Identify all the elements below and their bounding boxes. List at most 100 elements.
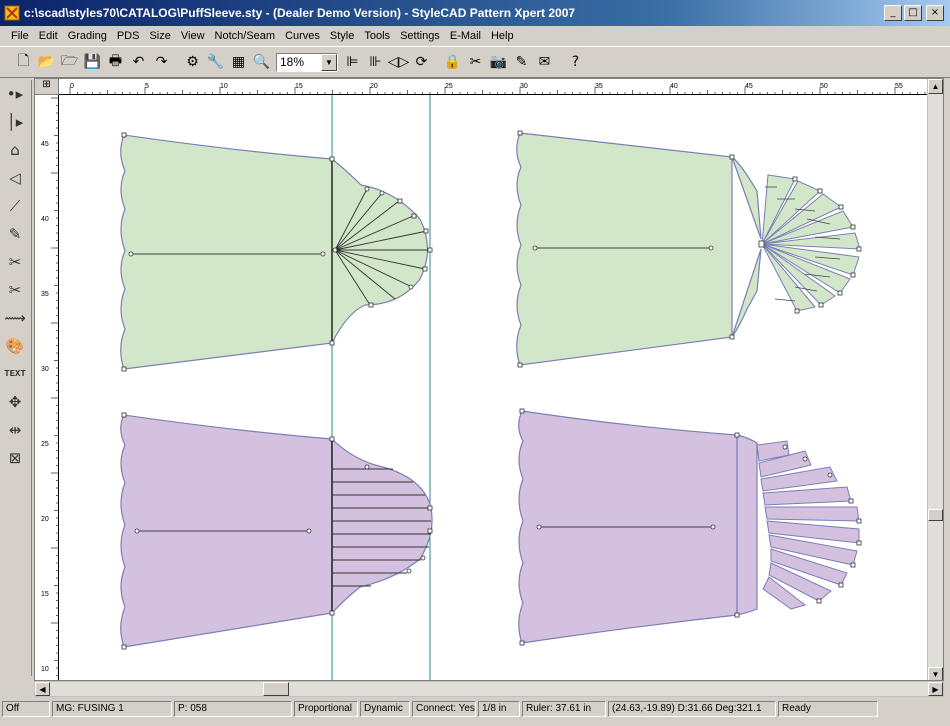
zoom-value: 18% (280, 55, 305, 69)
vertical-scroll-thumb[interactable] (928, 509, 943, 521)
ruler-label: 10 (220, 83, 228, 90)
pattern-canvas[interactable]: 0 5 10 15 20 25 30 35 40 45 50 55 45 40 … (34, 78, 944, 681)
curve-tool-icon[interactable]: ◁ (2, 164, 28, 192)
vertical-scrollbar[interactable]: ▲ ▼ (927, 79, 943, 680)
menu-edit[interactable]: Edit (34, 30, 63, 42)
menu-settings[interactable]: Settings (395, 30, 445, 42)
status-precision: 1/8 in (478, 701, 520, 717)
chevron-down-icon[interactable]: ▼ (321, 53, 337, 71)
save-icon[interactable]: 💾 (81, 51, 104, 74)
horizontal-scrollbar[interactable]: ◀ ▶ (34, 681, 944, 697)
pattern-piece-green-fan[interactable] (120, 132, 433, 372)
status-dynamic: Dynamic (360, 701, 410, 717)
ruler-label: 45 (745, 83, 753, 90)
ruler-label: 5 (145, 83, 149, 90)
palette-tool-icon[interactable]: 🎨 (2, 332, 28, 360)
pattern-piece-purple-lines[interactable] (120, 412, 433, 650)
horizontal-scroll-thumb[interactable] (263, 682, 289, 696)
piece-tool-icon[interactable]: ⌂ (2, 136, 28, 164)
scroll-right-icon[interactable]: ▶ (928, 682, 943, 696)
zoom-icon[interactable]: 🔍 (250, 51, 273, 74)
ruler-label: 35 (41, 291, 49, 298)
ruler-label: 0 (70, 83, 74, 90)
grid-icon[interactable]: ▦ (227, 51, 250, 74)
rotate-icon[interactable]: ⟳ (410, 51, 433, 74)
pattern-piece-green-spread[interactable] (516, 130, 862, 368)
title-bar: c:\scad\styles70\CATALOG\PuffSleeve.sty … (0, 0, 950, 26)
ruler-label: 15 (41, 591, 49, 598)
undo-icon[interactable]: ↶ (127, 51, 150, 74)
status-connect: Connect: Yes (412, 701, 476, 717)
horizontal-ruler (59, 79, 929, 95)
close-button[interactable]: × (926, 5, 944, 21)
ruler-label: 30 (41, 366, 49, 373)
maximize-button[interactable]: □ (904, 5, 922, 21)
status-proportional: Proportional (294, 701, 358, 717)
menu-grading[interactable]: Grading (63, 30, 112, 42)
move-tool-icon[interactable]: ✥ (2, 388, 28, 416)
ruler-label: 25 (41, 441, 49, 448)
help-icon[interactable]: ? (564, 51, 587, 74)
status-mg: MG: FUSING 1 (52, 701, 172, 717)
ruler-label: 50 (820, 83, 828, 90)
menu-style[interactable]: Style (325, 30, 359, 42)
pattern-tool-icon[interactable]: ⚙ (181, 51, 204, 74)
lock-icon[interactable]: 🔒 (441, 51, 464, 74)
scroll-left-icon[interactable]: ◀ (35, 682, 50, 696)
menu-email[interactable]: E-Mail (445, 30, 486, 42)
modify-tool-icon[interactable]: ✎ (2, 220, 28, 248)
status-ruler: Ruler: 37.61 in (522, 701, 606, 717)
mirror-icon[interactable]: ◁▷ (387, 51, 410, 74)
app-icon (4, 5, 20, 21)
scroll-down-icon[interactable]: ▼ (928, 667, 943, 680)
plot-icon[interactable]: ✎ (510, 51, 533, 74)
measure-distance-icon[interactable]: ⇹ (2, 416, 28, 444)
menu-help[interactable]: Help (486, 30, 519, 42)
layout-icon[interactable]: ✂ (464, 51, 487, 74)
text-tool-icon[interactable]: TEXT (2, 360, 28, 388)
minimize-button[interactable]: _ (884, 5, 902, 21)
point-tool-icon[interactable]: •▸ (2, 80, 28, 108)
open-folder-icon[interactable]: 📂 (35, 51, 58, 74)
align-left-icon[interactable]: ⊫ (341, 51, 364, 74)
ruler-label: 20 (41, 516, 49, 523)
ruler-corner-icon[interactable]: ⊞ (35, 79, 59, 95)
open-style-icon[interactable]: 🗁 (58, 51, 81, 74)
ruler-label: 30 (520, 83, 528, 90)
ruler-label: 25 (445, 83, 453, 90)
dart-tool-icon[interactable]: ⟋ (2, 192, 28, 220)
pattern-piece-purple-spread[interactable] (518, 408, 862, 646)
slash-spread-icon[interactable]: ⟿ (2, 304, 28, 332)
menu-pds[interactable]: PDS (112, 30, 145, 42)
camera-icon[interactable]: 📷 (487, 51, 510, 74)
split-tool-icon[interactable]: ✂ (2, 276, 28, 304)
menu-view[interactable]: View (176, 30, 210, 42)
window-title: c:\scad\styles70\CATALOG\PuffSleeve.sty … (24, 6, 576, 20)
ruler-label: 45 (41, 141, 49, 148)
ruler-label: 35 (595, 83, 603, 90)
menu-file[interactable]: File (6, 30, 34, 42)
new-file-icon[interactable]: 🗋 (12, 51, 35, 74)
menu-bar: File Edit Grading PDS Size View Notch/Se… (0, 26, 950, 46)
ruler-label: 40 (670, 83, 678, 90)
status-ready: Ready (778, 701, 878, 717)
notch-tool-icon[interactable]: ⊠ (2, 444, 28, 472)
menu-curves[interactable]: Curves (280, 30, 325, 42)
redo-icon[interactable]: ↷ (150, 51, 173, 74)
line-tool-icon[interactable]: │▸ (2, 108, 28, 136)
menu-size[interactable]: Size (144, 30, 175, 42)
print-icon[interactable]: 🖶 (104, 51, 127, 74)
left-tool-palette: •▸ │▸ ⌂ ◁ ⟋ ✎ ✂ ✂ ⟿ 🎨 TEXT ✥ ⇹ ⊠ (2, 80, 32, 676)
main-toolbar: 🗋 📂 🗁 💾 🖶 ↶ ↷ ⚙ 🔧 ▦ 🔍 18% ▼ ⊫ ⊪ ◁▷ ⟳ 🔒 ✂… (0, 46, 950, 78)
menu-tools[interactable]: Tools (359, 30, 395, 42)
cut-tool-icon[interactable]: ✂ (2, 248, 28, 276)
canvas-svg[interactable]: 0 5 10 15 20 25 30 35 40 45 50 55 45 40 … (35, 79, 944, 681)
ruler-label: 10 (41, 666, 49, 673)
scroll-up-icon[interactable]: ▲ (928, 79, 943, 94)
email-icon[interactable]: ✉ (533, 51, 556, 74)
ruler-label: 15 (295, 83, 303, 90)
measure-tool-icon[interactable]: 🔧 (204, 51, 227, 74)
align-right-icon[interactable]: ⊪ (364, 51, 387, 74)
zoom-select[interactable]: 18% ▼ (276, 52, 338, 72)
menu-notch-seam[interactable]: Notch/Seam (210, 30, 281, 42)
